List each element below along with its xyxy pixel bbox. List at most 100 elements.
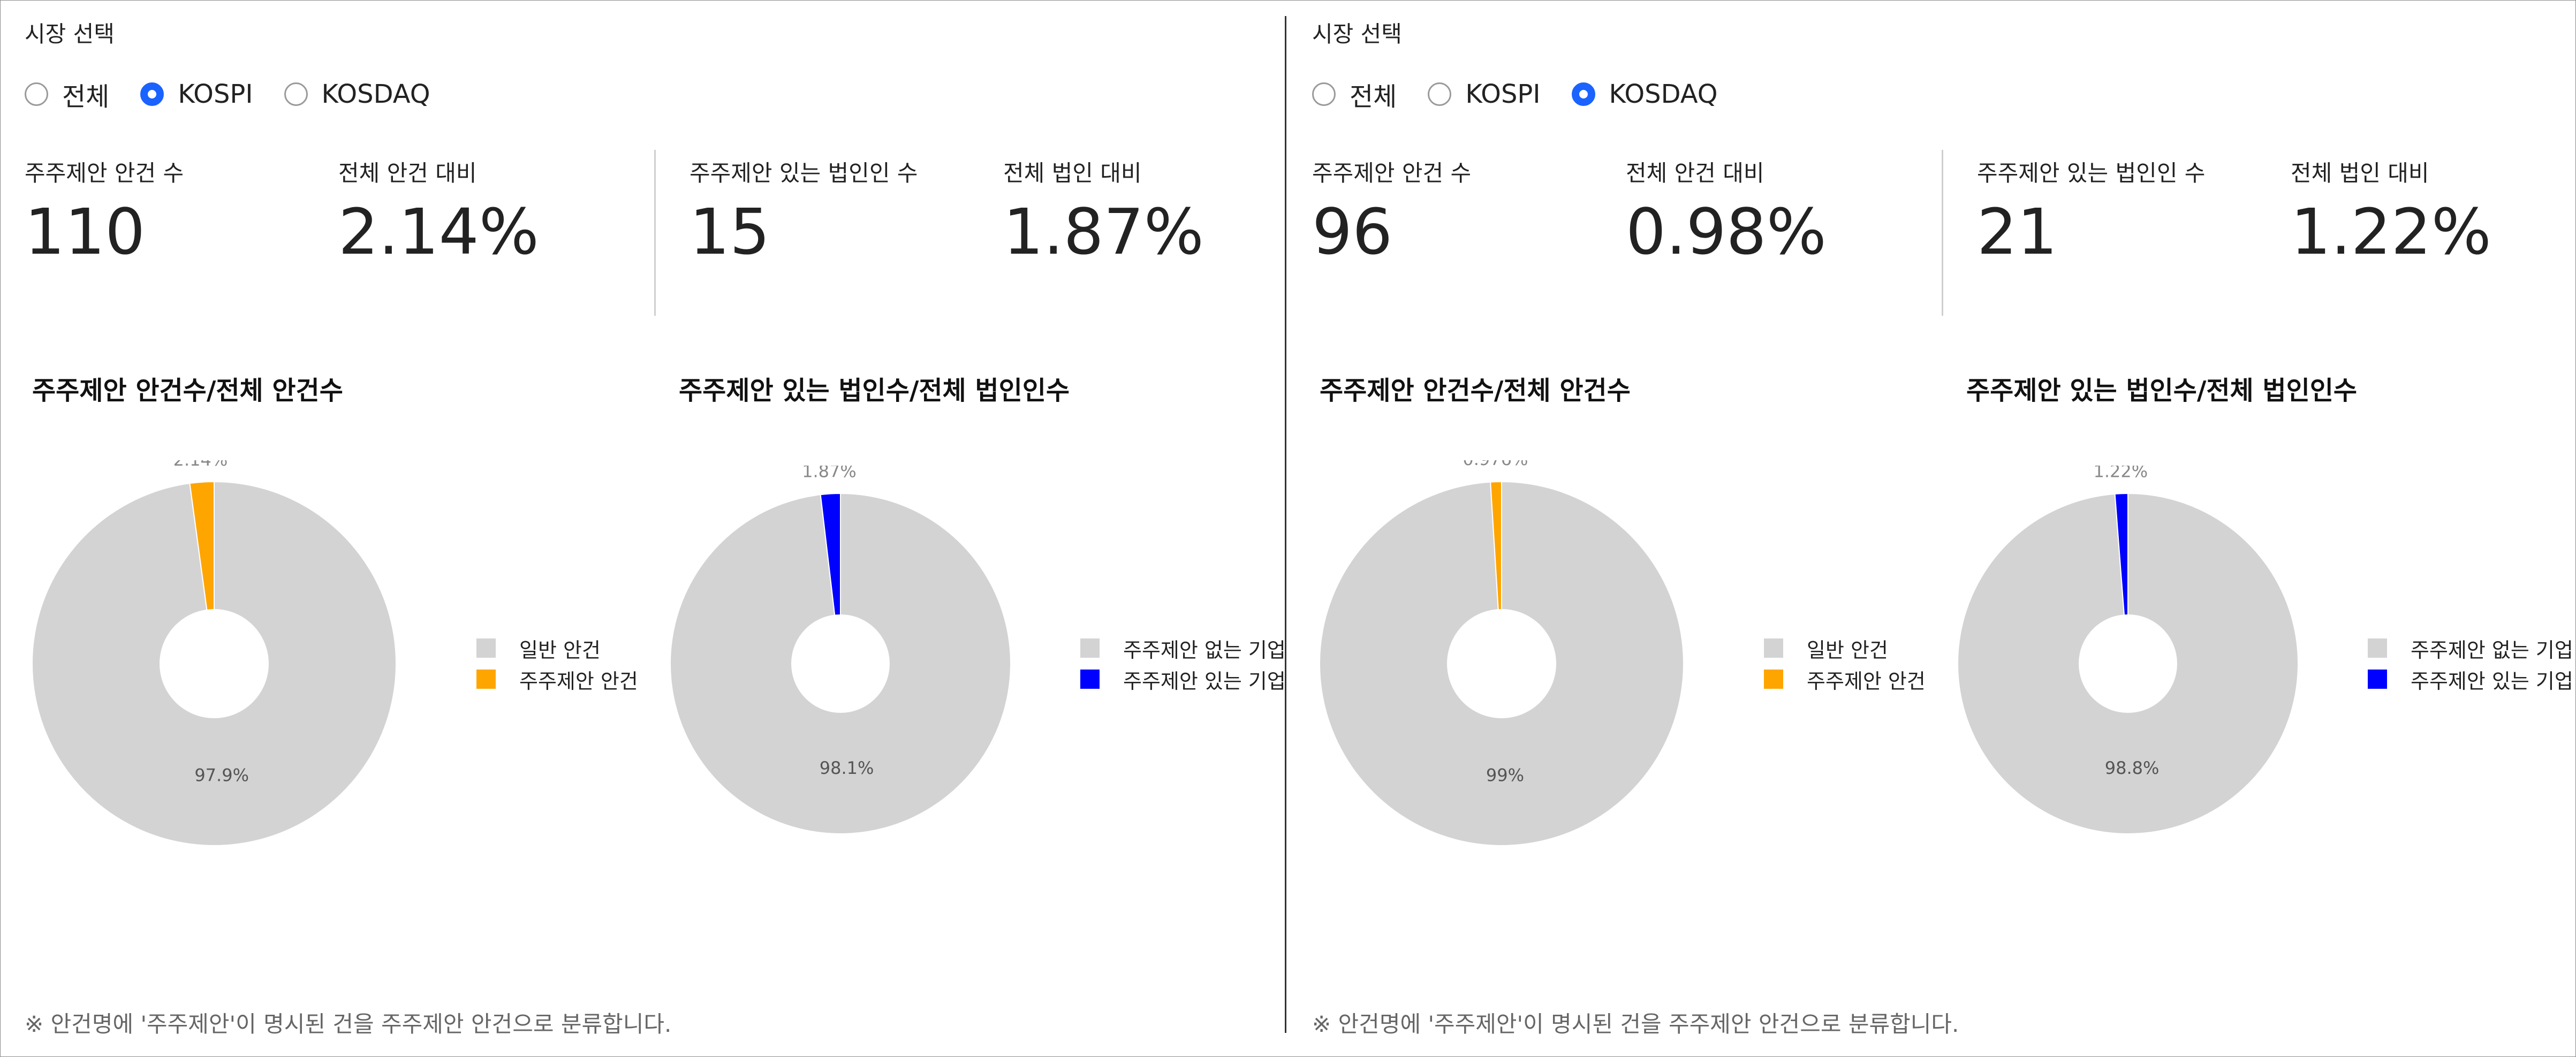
metric-label: 주주제안 있는 법인인 수 [690,160,918,186]
radio-label: KOSDAQ [1609,79,1718,109]
radio-label: KOSPI [1465,79,1541,109]
legend-swatch [2368,670,2387,689]
metric-proposal-count: 주주제안 안건 수 110 [25,155,184,270]
legend-label: 주주제안 있는 기업 [1123,669,1286,693]
chart-legend-proposals: 일반 안건 주주제안 안건 [476,633,638,695]
market-panel-right: 시장 선택 전체 KOSPI KOSDAQ 주주제안 안건 수 96 전체 안건… [1287,0,2575,1057]
legend-swatch [2368,638,2387,658]
legend-item-with-proposal[interactable]: 주주제안 있는 기업 [1080,664,1286,695]
slice-value-label: 97.9% [194,765,249,785]
donut-hole [1447,609,1556,718]
pie-chart-proposals: 97.9% 2.14% [31,460,397,846]
legend-swatch [1080,638,1100,658]
pie-chart-proposals: 99% 0.976% [1319,460,1684,846]
legend-item-proposal[interactable]: 주주제안 안건 [476,664,638,695]
metric-value: 15 [690,195,770,269]
radio-option-kospi[interactable]: KOSPI [1428,79,1541,109]
metric-label: 주주제안 안건 수 [1312,160,1472,186]
footnote: ※ 안건명에 '주주제안'이 명시된 건을 주주제안 안건으로 분류합니다. [1312,1011,1959,1037]
legend-label: 주주제안 없는 기업 [1123,638,1286,662]
legend-item-general[interactable]: 일반 안건 [1764,633,1926,664]
radio-label: 전체 [62,82,110,112]
radio-circle[interactable] [1312,82,1336,106]
pie-chart-companies: 98.8% 1.22% [1957,466,2299,834]
radio-label: KOSPI [178,79,253,109]
metric-separator [1942,150,1943,316]
metric-company-ratio: 전체 법인 대비 1.22% [2291,155,2491,270]
chart-legend-companies: 주주제안 없는 기업 주주제안 있는 기업 [1080,633,1286,695]
metric-label: 전체 법인 대비 [2291,160,2429,186]
metric-proposal-ratio: 전체 안건 대비 2.14% [338,155,539,270]
chart-title-companies: 주주제안 있는 법인수/전체 법인인수 [1966,376,2358,406]
metric-value: 110 [25,195,146,269]
donut-hole [2079,614,2177,713]
radio-option-kospi[interactable]: KOSPI [140,79,253,109]
metric-company-count: 주주제안 있는 법인인 수 21 [1977,155,2205,270]
donut-hole [160,609,269,718]
slice-value-label: 98.8% [2105,758,2160,778]
radio-circle[interactable] [140,82,164,106]
radio-option-kosdaq[interactable]: KOSDAQ [284,79,430,109]
legend-item-no-proposal[interactable]: 주주제안 없는 기업 [1080,633,1286,664]
radio-circle[interactable] [284,82,308,106]
legend-label: 일반 안건 [519,638,601,662]
donut-hole [791,614,890,713]
chart-title-proposals: 주주제안 안건수/전체 안건수 [32,376,343,406]
metric-label: 전체 안건 대비 [338,160,477,186]
metric-separator [654,150,656,316]
market-radio-group: 전체 KOSPI KOSDAQ [25,75,461,113]
legend-item-proposal[interactable]: 주주제안 안건 [1764,664,1926,695]
metric-proposal-count: 주주제안 안건 수 96 [1312,155,1471,270]
radio-option-all[interactable]: 전체 [25,75,109,113]
metric-value: 1.87% [1003,195,1204,269]
legend-swatch [1764,670,1783,689]
slice-value-label: 2.14% [173,460,228,470]
legend-label: 주주제안 안건 [1807,669,1926,693]
pie-chart-companies: 98.1% 1.87% [670,466,1011,834]
footnote: ※ 안건명에 '주주제안'이 명시된 건을 주주제안 안건으로 분류합니다. [25,1011,672,1037]
chart-title-proposals: 주주제안 안건수/전체 안건수 [1320,376,1631,406]
legend-label: 주주제안 안건 [519,669,638,693]
chart-legend-companies: 주주제안 없는 기업 주주제안 있는 기업 [2368,633,2573,695]
metric-value: 2.14% [338,195,539,269]
market-panel-left: 시장 선택 전체 KOSPI KOSDAQ 주주제안 안건 수 110 전체 안… [0,0,1287,1057]
radio-label: KOSDAQ [321,79,430,109]
metric-label: 전체 안건 대비 [1626,160,1764,186]
metric-label: 주주제안 안건 수 [25,160,184,186]
slice-value-label: 99% [1486,765,1524,786]
radio-circle[interactable] [1571,82,1595,106]
legend-label: 주주제안 있는 기업 [2411,669,2573,693]
legend-swatch [476,670,496,689]
market-select-label: 시장 선택 [1312,21,1402,47]
metric-label: 주주제안 있는 법인인 수 [1977,160,2206,186]
radio-circle[interactable] [1428,82,1452,106]
slice-value-label: 1.22% [2093,466,2148,481]
metric-value: 0.98% [1626,195,1827,269]
legend-swatch [1080,670,1100,689]
chart-legend-proposals: 일반 안건 주주제안 안건 [1764,633,1926,695]
radio-option-kosdaq[interactable]: KOSDAQ [1571,79,1718,109]
metric-value: 21 [1977,195,2058,269]
legend-swatch [476,638,496,658]
legend-item-general[interactable]: 일반 안건 [476,633,638,664]
metric-proposal-ratio: 전체 안건 대비 0.98% [1626,155,1827,270]
metric-company-count: 주주제안 있는 법인인 수 15 [690,155,918,270]
legend-label: 주주제안 없는 기업 [2411,638,2573,662]
radio-label: 전체 [1350,82,1397,112]
chart-title-companies: 주주제안 있는 법인수/전체 법인인수 [679,376,1070,406]
legend-item-with-proposal[interactable]: 주주제안 있는 기업 [2368,664,2573,695]
metric-value: 96 [1312,195,1393,269]
radio-circle[interactable] [25,82,48,106]
legend-swatch [1764,638,1783,658]
metric-company-ratio: 전체 법인 대비 1.87% [1003,155,1204,270]
slice-value-label: 98.1% [820,758,874,778]
metric-value: 1.22% [2291,195,2491,269]
market-radio-group: 전체 KOSPI KOSDAQ [1312,75,1749,113]
slice-value-label: 0.976% [1463,460,1528,469]
legend-item-no-proposal[interactable]: 주주제안 없는 기업 [2368,633,2573,664]
slice-value-label: 1.87% [802,466,857,482]
market-select-label: 시장 선택 [25,21,115,47]
metric-label: 전체 법인 대비 [1003,160,1142,186]
radio-option-all[interactable]: 전체 [1312,75,1397,113]
legend-label: 일반 안건 [1807,638,1888,662]
